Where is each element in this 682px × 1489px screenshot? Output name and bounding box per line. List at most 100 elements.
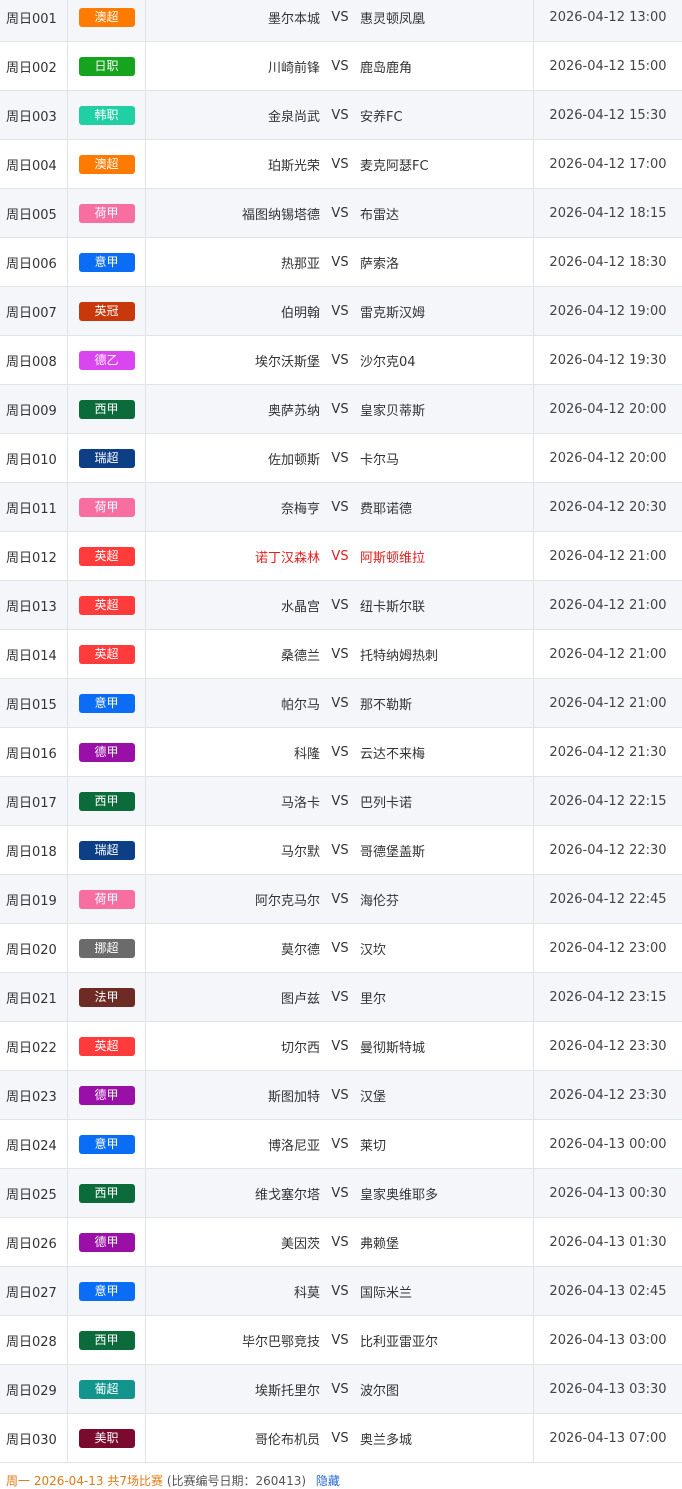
match-row[interactable]: 周日018瑞超马尔默VS哥德堡盖斯2026-04-12 22:30: [0, 826, 682, 875]
match-row[interactable]: 周日001澳超墨尔本城VS惠灵顿凤凰2026-04-12 13:00: [0, 0, 682, 42]
home-team[interactable]: 诺丁汉森林: [255, 551, 320, 566]
league-badge[interactable]: 瑞超: [79, 449, 135, 468]
home-team[interactable]: 维戈塞尔塔: [255, 1188, 320, 1203]
league-badge[interactable]: 美职: [79, 1429, 135, 1448]
away-team[interactable]: 那不勒斯: [360, 698, 412, 713]
away-team[interactable]: 巴列卡诺: [360, 796, 412, 811]
league-badge[interactable]: 英冠: [79, 302, 135, 321]
match-row[interactable]: 周日009西甲奥萨苏纳VS皇家贝蒂斯2026-04-12 20:00: [0, 385, 682, 434]
home-team[interactable]: 马尔默: [281, 845, 320, 860]
match-row[interactable]: 周日003韩职金泉尚武VS安养FC2026-04-12 15:30: [0, 91, 682, 140]
league-badge[interactable]: 德甲: [79, 1086, 135, 1105]
home-team[interactable]: 马洛卡: [281, 796, 320, 811]
away-team[interactable]: 沙尔克04: [360, 355, 416, 370]
match-row[interactable]: 周日007英冠伯明翰VS雷克斯汉姆2026-04-12 19:00: [0, 287, 682, 336]
away-team[interactable]: 鹿岛鹿角: [360, 61, 412, 76]
home-team[interactable]: 阿尔克马尔: [255, 894, 320, 909]
match-row[interactable]: 周日019荷甲阿尔克马尔VS海伦芬2026-04-12 22:45: [0, 875, 682, 924]
home-team[interactable]: 水晶宫: [281, 600, 320, 615]
home-team[interactable]: 佐加顿斯: [268, 453, 320, 468]
match-row[interactable]: 周日027意甲科莫VS国际米兰2026-04-13 02:45: [0, 1267, 682, 1316]
match-row[interactable]: 周日030美职哥伦布机员VS奥兰多城2026-04-13 07:00: [0, 1414, 682, 1463]
league-badge[interactable]: 意甲: [79, 1135, 135, 1154]
home-team[interactable]: 帕尔马: [281, 698, 320, 713]
league-badge[interactable]: 挪超: [79, 939, 135, 958]
away-team[interactable]: 曼彻斯特城: [360, 1041, 425, 1056]
match-row[interactable]: 周日011荷甲奈梅亨VS费耶诺德2026-04-12 20:30: [0, 483, 682, 532]
match-row[interactable]: 周日026德甲美因茨VS弗赖堡2026-04-13 01:30: [0, 1218, 682, 1267]
league-badge[interactable]: 英超: [79, 645, 135, 664]
league-badge[interactable]: 德乙: [79, 351, 135, 370]
home-team[interactable]: 切尔西: [281, 1041, 320, 1056]
league-badge[interactable]: 澳超: [79, 155, 135, 174]
away-team[interactable]: 托特纳姆热刺: [360, 649, 438, 664]
away-team[interactable]: 惠灵顿凤凰: [360, 12, 425, 27]
league-badge[interactable]: 英超: [79, 1037, 135, 1056]
match-row[interactable]: 周日016德甲科隆VS云达不来梅2026-04-12 21:30: [0, 728, 682, 777]
home-team[interactable]: 图卢兹: [281, 992, 320, 1007]
away-team[interactable]: 卡尔马: [360, 453, 399, 468]
away-team[interactable]: 安养FC: [360, 110, 403, 125]
match-row[interactable]: 周日029葡超埃斯托里尔VS波尔图2026-04-13 03:30: [0, 1365, 682, 1414]
match-row[interactable]: 周日005荷甲福图纳锡塔德VS布雷达2026-04-12 18:15: [0, 189, 682, 238]
league-badge[interactable]: 葡超: [79, 1380, 135, 1399]
match-row[interactable]: 周日023德甲斯图加特VS汉堡2026-04-12 23:30: [0, 1071, 682, 1120]
match-row[interactable]: 周日006意甲热那亚VS萨索洛2026-04-12 18:30: [0, 238, 682, 287]
league-badge[interactable]: 荷甲: [79, 890, 135, 909]
hide-link[interactable]: 隐藏: [316, 1474, 340, 1488]
home-team[interactable]: 科隆: [294, 747, 320, 762]
match-row[interactable]: 周日002日职川崎前锋VS鹿岛鹿角2026-04-12 15:00: [0, 42, 682, 91]
home-team[interactable]: 毕尔巴鄂竞技: [242, 1335, 320, 1350]
away-team[interactable]: 布雷达: [360, 208, 399, 223]
league-badge[interactable]: 荷甲: [79, 498, 135, 517]
home-team[interactable]: 珀斯光荣: [268, 159, 320, 174]
home-team[interactable]: 桑德兰: [281, 649, 320, 664]
league-badge[interactable]: 西甲: [79, 792, 135, 811]
match-row[interactable]: 周日021法甲图卢兹VS里尔2026-04-12 23:15: [0, 973, 682, 1022]
home-team[interactable]: 墨尔本城: [268, 12, 320, 27]
away-team[interactable]: 麦克阿瑟FC: [360, 159, 429, 174]
away-team[interactable]: 雷克斯汉姆: [360, 306, 425, 321]
away-team[interactable]: 费耶诺德: [360, 502, 412, 517]
league-badge[interactable]: 韩职: [79, 106, 135, 125]
home-team[interactable]: 哥伦布机员: [255, 1433, 320, 1448]
home-team[interactable]: 川崎前锋: [268, 61, 320, 76]
league-badge[interactable]: 德甲: [79, 1233, 135, 1252]
away-team[interactable]: 汉坎: [360, 943, 386, 958]
away-team[interactable]: 皇家奥维耶多: [360, 1188, 438, 1203]
league-badge[interactable]: 西甲: [79, 400, 135, 419]
match-row[interactable]: 周日025西甲维戈塞尔塔VS皇家奥维耶多2026-04-13 00:30: [0, 1169, 682, 1218]
home-team[interactable]: 伯明翰: [281, 306, 320, 321]
away-team[interactable]: 汉堡: [360, 1090, 386, 1105]
league-badge[interactable]: 瑞超: [79, 841, 135, 860]
away-team[interactable]: 皇家贝蒂斯: [360, 404, 425, 419]
match-row[interactable]: 周日028西甲毕尔巴鄂竞技VS比利亚雷亚尔2026-04-13 03:00: [0, 1316, 682, 1365]
home-team[interactable]: 斯图加特: [268, 1090, 320, 1105]
league-badge[interactable]: 日职: [79, 57, 135, 76]
away-team[interactable]: 弗赖堡: [360, 1237, 399, 1252]
away-team[interactable]: 纽卡斯尔联: [360, 600, 425, 615]
league-badge[interactable]: 法甲: [79, 988, 135, 1007]
home-team[interactable]: 奈梅亨: [281, 502, 320, 517]
away-team[interactable]: 国际米兰: [360, 1286, 412, 1301]
league-badge[interactable]: 意甲: [79, 694, 135, 713]
away-team[interactable]: 里尔: [360, 992, 386, 1007]
league-badge[interactable]: 澳超: [79, 8, 135, 27]
match-row[interactable]: 周日004澳超珀斯光荣VS麦克阿瑟FC2026-04-12 17:00: [0, 140, 682, 189]
home-team[interactable]: 博洛尼亚: [268, 1139, 320, 1154]
away-team[interactable]: 莱切: [360, 1139, 386, 1154]
match-row[interactable]: 周日017西甲马洛卡VS巴列卡诺2026-04-12 22:15: [0, 777, 682, 826]
home-team[interactable]: 埃尔沃斯堡: [255, 355, 320, 370]
match-row[interactable]: 周日015意甲帕尔马VS那不勒斯2026-04-12 21:00: [0, 679, 682, 728]
match-row[interactable]: 周日022英超切尔西VS曼彻斯特城2026-04-12 23:30: [0, 1022, 682, 1071]
league-badge[interactable]: 西甲: [79, 1331, 135, 1350]
match-row[interactable]: 周日014英超桑德兰VS托特纳姆热刺2026-04-12 21:00: [0, 630, 682, 679]
league-badge[interactable]: 德甲: [79, 743, 135, 762]
home-team[interactable]: 美因茨: [281, 1237, 320, 1252]
home-team[interactable]: 科莫: [294, 1286, 320, 1301]
home-team[interactable]: 莫尔德: [281, 943, 320, 958]
match-row[interactable]: 周日010瑞超佐加顿斯VS卡尔马2026-04-12 20:00: [0, 434, 682, 483]
away-team[interactable]: 萨索洛: [360, 257, 399, 272]
away-team[interactable]: 奥兰多城: [360, 1433, 412, 1448]
day-link[interactable]: 周一 2026-04-13 共7场比赛: [6, 1474, 163, 1488]
